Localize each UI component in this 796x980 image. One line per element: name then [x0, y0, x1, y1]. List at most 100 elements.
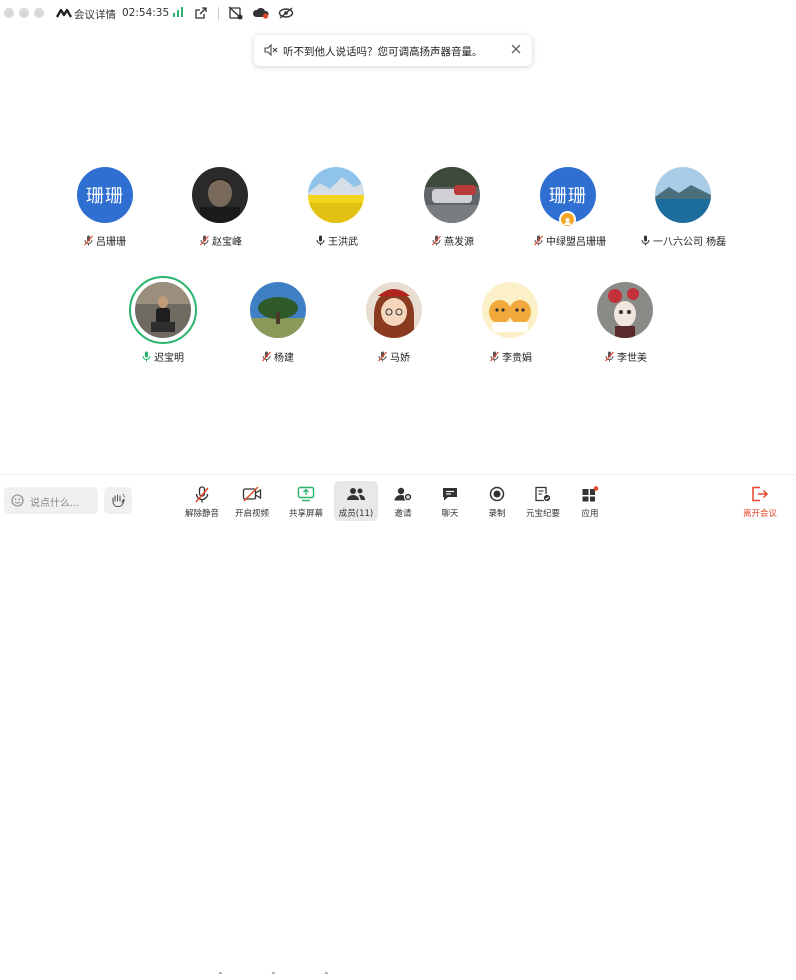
bottom-toolbar: 说点什么... 解除静音 ⌃ 开启视频 ⌃ 共享屏幕 ⌃ 成员(11) 邀请 聊…: [0, 474, 796, 980]
start-video-label: 开启视频: [234, 509, 269, 519]
avatar: [308, 167, 364, 223]
record-label: 录制: [488, 509, 506, 519]
chat-label: 聊天: [441, 509, 459, 519]
participant-name-row: 燕发源: [432, 233, 474, 248]
leave-icon: [752, 486, 769, 502]
mic-muted-icon: [378, 351, 387, 362]
raise-hand-button[interactable]: [104, 487, 132, 514]
participant-name: 李贵娟: [502, 353, 532, 364]
participant-name: 吕珊珊: [96, 237, 126, 248]
notes-icon: [535, 486, 552, 503]
members-icon: [347, 488, 366, 500]
mic-muted-icon: [200, 235, 209, 246]
mic-muted-icon: [490, 351, 499, 362]
speaker-mute-icon: [264, 44, 278, 56]
avatar: [597, 282, 653, 338]
participant-name: 李世美: [617, 353, 647, 364]
window-close-dot[interactable]: [4, 8, 14, 18]
avatar: 珊珊: [77, 167, 133, 223]
members-button[interactable]: 成员(11): [334, 481, 378, 521]
leave-meeting-label: 离开会议: [742, 509, 777, 519]
participant-name-row: 一八六公司 杨磊: [641, 233, 726, 248]
record-icon: [489, 486, 505, 502]
emoji-icon[interactable]: [11, 494, 24, 507]
host-badge-icon: [559, 211, 576, 228]
meeting-timer: 02:54:35: [122, 7, 170, 19]
meeting-info-link[interactable]: 会议详情: [74, 7, 116, 22]
avatar: [192, 167, 248, 223]
apps-button[interactable]: 应用: [568, 481, 612, 521]
video-options-caret[interactable]: ⌃: [270, 971, 277, 980]
hide-icon[interactable]: [278, 6, 294, 20]
participant-name-row: 中绿盟吕珊珊: [534, 233, 606, 248]
share-options-caret[interactable]: ⌃: [323, 971, 330, 980]
record-button[interactable]: 录制: [475, 481, 519, 521]
avatar: [250, 282, 306, 338]
participant-name: 中绿盟吕珊珊: [546, 237, 606, 248]
unmute-label: 解除静音: [184, 509, 219, 519]
yuanbao-notes-label: 元宝纪要: [525, 509, 560, 519]
top-bar: 会议详情 02:54:35: [0, 0, 796, 28]
window-minimize-dot[interactable]: [19, 8, 29, 18]
start-video-button[interactable]: 开启视频: [230, 481, 274, 521]
yuanbao-notes-button[interactable]: 元宝纪要: [521, 481, 565, 521]
participant-name-row: 李世美: [605, 349, 647, 364]
popout-icon[interactable]: [194, 6, 208, 20]
chat-quick-placeholder: 说点什么...: [30, 498, 80, 509]
participant-name-row: 王洪武: [316, 233, 358, 248]
participant-name: 王洪武: [328, 237, 358, 248]
members-label: 成员(11): [338, 509, 374, 519]
participant-name-row: 杨建: [262, 349, 294, 364]
mic-muted-icon: [262, 351, 271, 362]
invite-icon: [394, 487, 413, 502]
participant-name: 杨建: [274, 353, 294, 364]
mic-muted-icon: [84, 235, 93, 246]
mic-muted-icon: [605, 351, 614, 362]
mic-muted-icon: [432, 235, 441, 246]
close-icon[interactable]: [510, 43, 522, 55]
topbar-divider: [218, 7, 219, 20]
participant-name: 一八六公司 杨磊: [653, 237, 727, 248]
cloud-icon[interactable]: [252, 6, 270, 20]
meeting-logo-icon: [56, 8, 72, 18]
mic-speaking-icon: [142, 351, 151, 362]
participant-name-row: 李贵娟: [490, 349, 532, 364]
participant-name: 赵宝峰: [212, 237, 242, 248]
avatar: [135, 282, 191, 338]
apps-label: 应用: [581, 509, 599, 519]
apps-icon: [582, 486, 599, 502]
no-record-icon[interactable]: [228, 6, 244, 20]
invite-label: 邀请: [394, 509, 412, 519]
participant-name-row: 赵宝峰: [200, 233, 242, 248]
participant-name: 迟宝明: [154, 353, 184, 364]
unmute-options-caret[interactable]: ⌃: [217, 971, 224, 980]
chat-icon: [443, 488, 457, 501]
unmute-button[interactable]: 解除静音: [180, 481, 224, 521]
avatar: [366, 282, 422, 338]
share-screen-icon: [297, 486, 315, 502]
participant-name-row: 迟宝明: [142, 349, 184, 364]
hand-icon: [112, 493, 126, 508]
signal-icon[interactable]: [172, 6, 184, 18]
leave-meeting-button[interactable]: 离开会议: [738, 481, 782, 521]
chat-quick-input[interactable]: 说点什么...: [4, 487, 98, 514]
volume-tip-text: 听不到他人说话吗？您可调高扬声器音量。: [283, 46, 483, 58]
volume-tip-toast: 听不到他人说话吗？您可调高扬声器音量。: [254, 35, 532, 66]
mic-icon: [641, 235, 650, 246]
invite-button[interactable]: 邀请: [381, 481, 425, 521]
camera-off-icon: [242, 486, 262, 502]
mic-muted-icon: [195, 486, 209, 503]
avatar: [655, 167, 711, 223]
participant-name-row: 吕珊珊: [84, 233, 126, 248]
mic-muted-icon: [534, 235, 543, 246]
window-maximize-dot[interactable]: [34, 8, 44, 18]
avatar: [424, 167, 480, 223]
avatar: [482, 282, 538, 338]
share-screen-label: 共享屏幕: [288, 509, 323, 519]
mic-icon: [316, 235, 325, 246]
participant-name-row: 马娇: [378, 349, 410, 364]
participant-name: 马娇: [390, 353, 410, 364]
share-screen-button[interactable]: 共享屏幕: [284, 481, 328, 521]
chat-button[interactable]: 聊天: [428, 481, 472, 521]
participant-name: 燕发源: [444, 237, 474, 248]
